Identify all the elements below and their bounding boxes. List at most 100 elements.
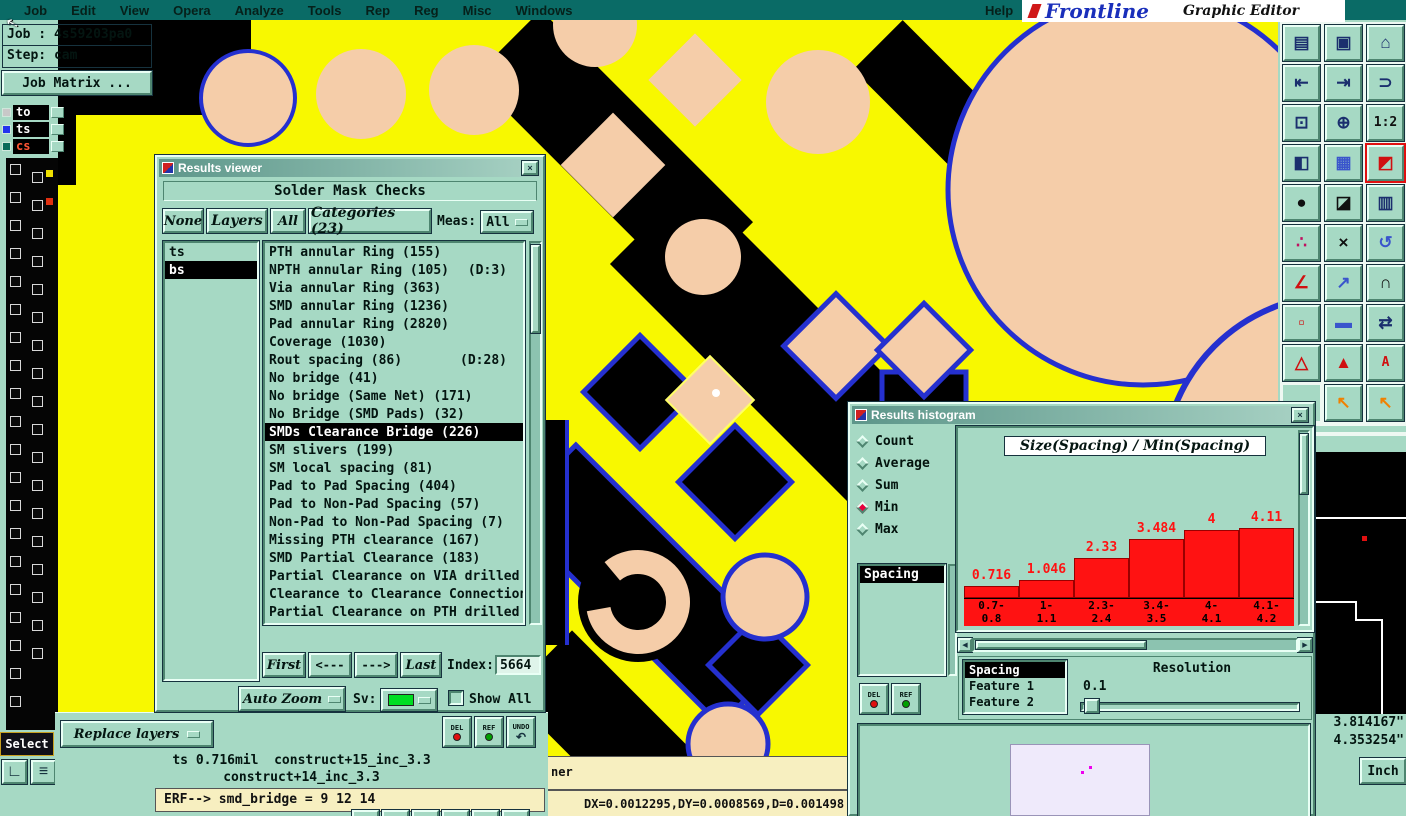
category-row[interactable]: Partial Clearance on PTH drilled — [265, 603, 523, 621]
stat-radio-average[interactable]: Average — [856, 452, 952, 474]
filter-all-button[interactable]: All — [271, 209, 305, 233]
chart-horizontal-scrollbar[interactable]: ◀ ▶ — [958, 638, 1312, 652]
ruler-tool-button[interactable]: ▥ — [1367, 184, 1404, 221]
arc-tool-button[interactable]: ∩ — [1367, 264, 1404, 301]
layer-checkbox[interactable] — [32, 340, 43, 351]
last-result-button[interactable]: Last — [401, 653, 441, 677]
active-color-tool-button[interactable]: ◩ — [1367, 144, 1404, 181]
close-icon[interactable]: × — [1292, 408, 1308, 422]
layer-checkbox[interactable] — [10, 192, 21, 203]
pan-left-button[interactable]: ⇤ — [1283, 64, 1320, 101]
layer-checkbox[interactable] — [10, 584, 21, 595]
close-icon[interactable]: × — [522, 161, 538, 175]
chart-vertical-scrollbar[interactable] — [1298, 430, 1310, 626]
add-shape-tool-button[interactable]: △ — [1283, 344, 1320, 381]
category-row[interactable]: SMD annular Ring (1236) — [265, 297, 523, 315]
feature-item[interactable]: Feature 2 — [965, 694, 1065, 710]
radio-diamond-icon[interactable] — [856, 478, 869, 492]
sphere-tool-button[interactable]: ● — [1283, 184, 1320, 221]
index-input[interactable] — [495, 655, 541, 675]
fit-view-button[interactable]: ⊡ — [1283, 104, 1320, 141]
histogram-bar[interactable] — [1239, 528, 1294, 598]
undo-result-button[interactable]: UNDO ↶ — [507, 717, 535, 747]
layer-checkbox[interactable] — [10, 696, 21, 707]
category-row[interactable]: Coverage (1030) — [265, 333, 523, 351]
category-row[interactable]: No Bridge (SMD Pads) (32) — [265, 405, 523, 423]
cut-off-button[interactable] — [412, 810, 439, 816]
pad-tool-button[interactable]: ▫ — [1283, 304, 1320, 341]
page-view-button[interactable]: ▤ — [1283, 24, 1320, 61]
line-tool-button[interactable]: ▬ — [1325, 304, 1362, 341]
stat-radio-max[interactable]: Max — [856, 518, 952, 540]
layer-checkbox[interactable] — [32, 312, 43, 323]
screen-view-button[interactable]: ▣ — [1325, 24, 1362, 61]
cut-off-button[interactable] — [352, 810, 379, 816]
layer-checkbox[interactable] — [32, 508, 43, 519]
layer-checkbox[interactable] — [32, 592, 43, 603]
category-row[interactable]: No bridge (Same Net) (171) — [265, 387, 523, 405]
scrollbar-thumb[interactable] — [976, 641, 1146, 649]
layer-checkbox[interactable] — [10, 500, 21, 511]
category-row[interactable]: PTH annular Ring (155) — [265, 243, 523, 261]
layer-dropdown-icon[interactable] — [51, 141, 64, 152]
histogram-del-button[interactable]: DEL — [860, 684, 888, 714]
category-row[interactable]: Partial Clearance on VIA drilled — [265, 567, 523, 585]
feature-item[interactable]: Feature 1 — [965, 678, 1065, 694]
layer-checkbox[interactable] — [10, 416, 21, 427]
histogram-ref-button[interactable]: REF — [892, 684, 920, 714]
layer-checkbox[interactable] — [10, 444, 21, 455]
text-tool-button[interactable]: A — [1367, 344, 1404, 381]
menu-misc[interactable]: Misc — [463, 3, 492, 18]
grid-toggle-button[interactable]: ▦ — [1325, 144, 1362, 181]
layer-row-ts[interactable]: ts — [2, 121, 66, 138]
overlay-toggle-button[interactable]: ◧ — [1283, 144, 1320, 181]
layers-list[interactable]: ts bs — [163, 241, 259, 681]
stack-tool-button[interactable]: ≡ — [31, 760, 56, 784]
menu-analyze[interactable]: Analyze — [235, 3, 284, 18]
radio-diamond-icon[interactable] — [856, 456, 869, 470]
resolution-slider-handle[interactable] — [1085, 699, 1099, 713]
layer-checkbox[interactable] — [10, 332, 21, 343]
results-histogram-titlebar[interactable]: Results histogram × — [852, 406, 1311, 424]
layer-checkbox[interactable] — [10, 472, 21, 483]
measure-list[interactable]: Spacing — [858, 564, 946, 676]
histogram-bar[interactable] — [964, 586, 1019, 598]
menu-help[interactable]: Help — [985, 3, 1013, 18]
histogram-bar[interactable] — [1019, 580, 1074, 598]
layer-checkbox[interactable] — [10, 528, 21, 539]
next-result-button[interactable]: ---> — [355, 653, 397, 677]
category-row[interactable]: SMD Partial Clearance (183) — [265, 549, 523, 567]
category-row[interactable]: Via annular Ring (363) — [265, 279, 523, 297]
category-row[interactable]: Pad to Pad Spacing (404) — [265, 477, 523, 495]
query-cursor-button[interactable]: ↖ — [1367, 384, 1404, 421]
menu-rep[interactable]: Rep — [366, 3, 391, 18]
feature-item[interactable]: Spacing — [965, 662, 1065, 678]
cut-off-button[interactable] — [442, 810, 469, 816]
rotate-tool-button[interactable]: ↺ — [1367, 224, 1404, 261]
menu-opera[interactable]: Opera — [173, 3, 211, 18]
category-row[interactable]: Missing PTH clearance (167) — [265, 531, 523, 549]
clip-view-button[interactable]: ⊃ — [1367, 64, 1404, 101]
filter-layers-button[interactable]: Layers — [207, 209, 267, 233]
category-row[interactable]: Non-Pad to Non-Pad Spacing (7) — [265, 513, 523, 531]
cut-off-button[interactable] — [472, 810, 499, 816]
layer-dropdown-icon[interactable] — [51, 124, 64, 135]
category-row[interactable]: Pad annular Ring (2820) — [265, 315, 523, 333]
category-row[interactable]: SM local spacing (81) — [265, 459, 523, 477]
job-matrix-button[interactable]: Job Matrix ... — [2, 71, 152, 95]
layer-visibility-indicator[interactable] — [2, 125, 11, 134]
shade-tool-button[interactable]: ◪ — [1325, 184, 1362, 221]
layer-checkbox[interactable] — [32, 648, 43, 659]
replace-layers-dropdown[interactable]: Replace layers — [61, 721, 213, 747]
menu-job[interactable]: Job — [24, 3, 47, 18]
ref-result-button[interactable]: REF — [475, 717, 503, 747]
layer-checkbox[interactable] — [32, 424, 43, 435]
layer-checkbox[interactable] — [32, 368, 43, 379]
layer-checkbox[interactable] — [32, 536, 43, 547]
layer-checkbox[interactable] — [32, 284, 43, 295]
home-view-button[interactable]: ⌂ — [1367, 24, 1404, 61]
category-row[interactable]: Rout spacing (86) (D:28) — [265, 351, 523, 369]
layer-checkbox[interactable] — [10, 668, 21, 679]
layer-checkbox[interactable] — [32, 200, 43, 211]
sv-color-dropdown[interactable] — [381, 689, 437, 711]
